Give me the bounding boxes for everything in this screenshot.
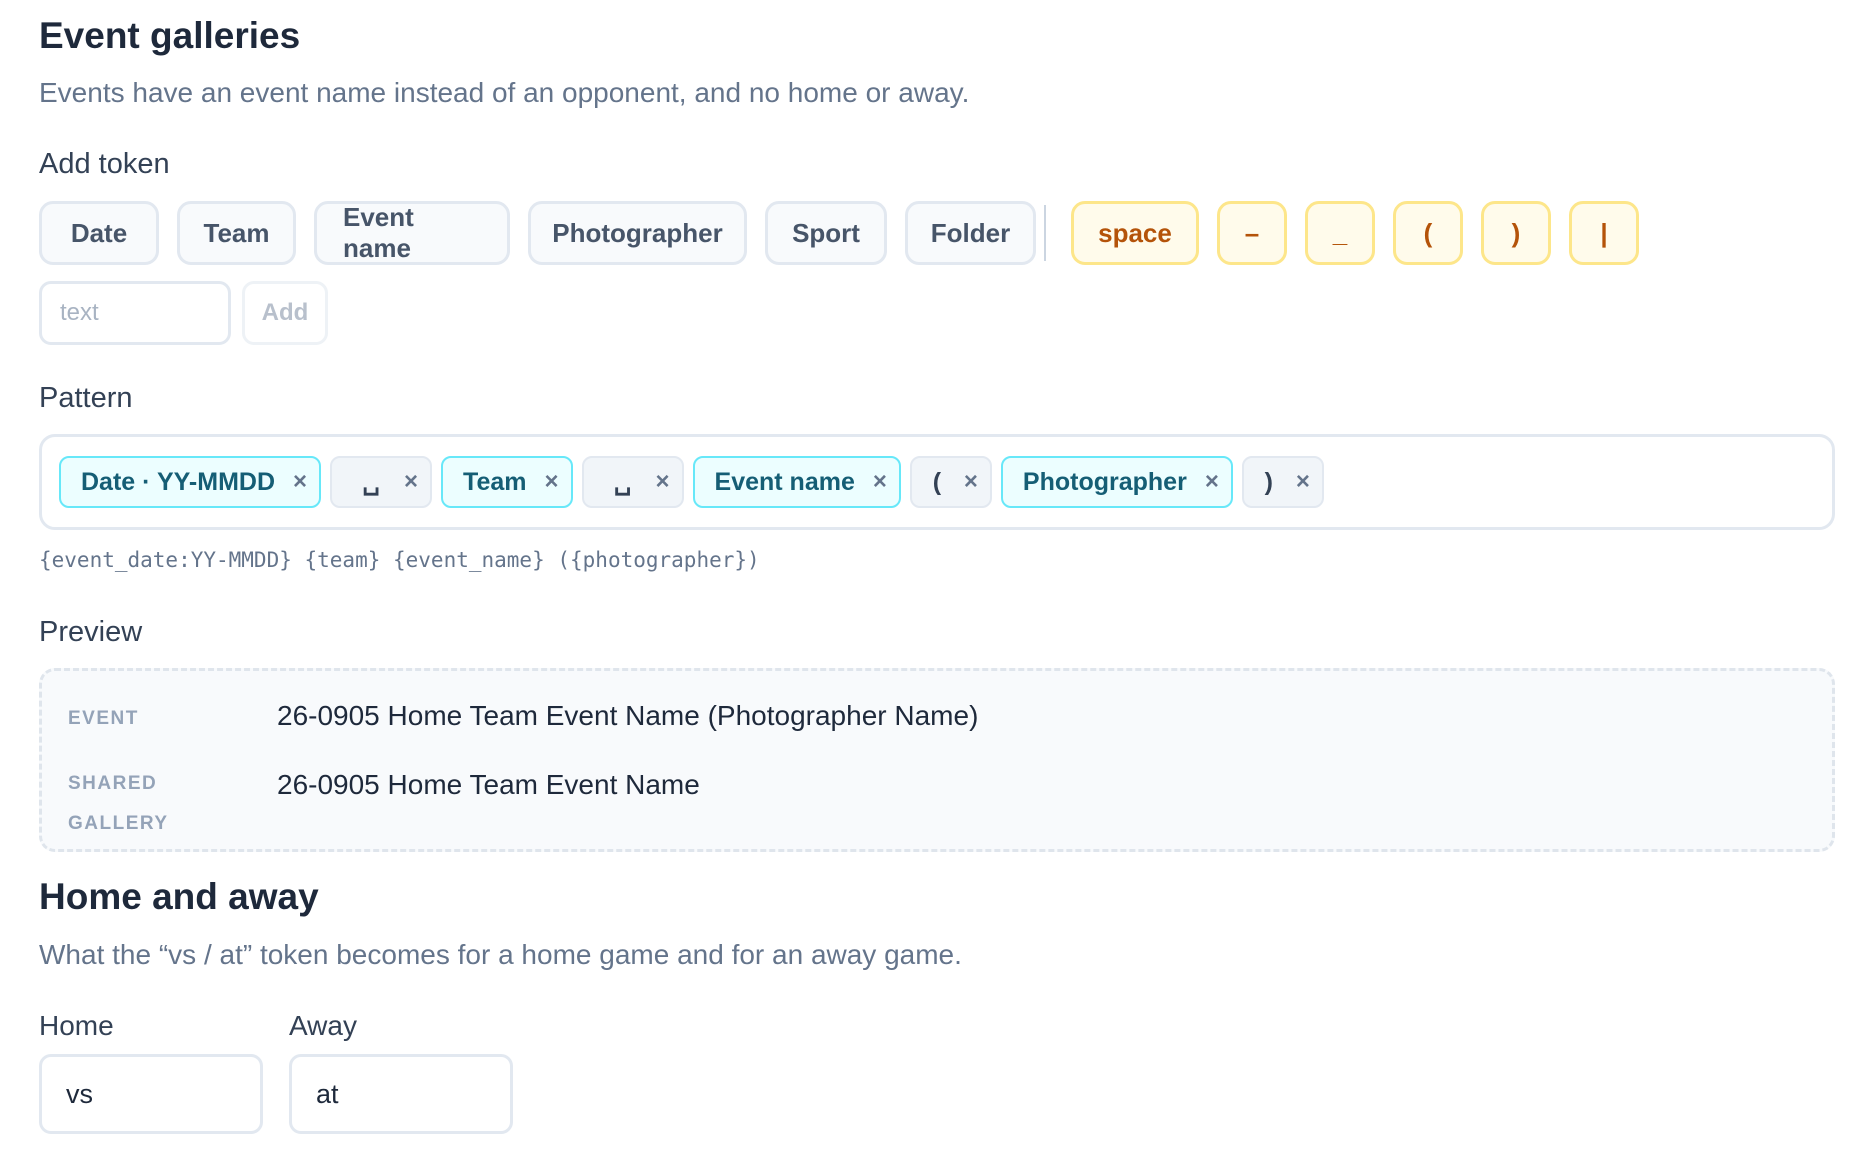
chip-label: ␣: [613, 468, 632, 496]
preview-key-shared-gallery: SHARED GALLERY: [68, 773, 169, 834]
preview-label: Preview: [39, 616, 143, 648]
chip-label: ): [1264, 467, 1273, 496]
token-team-button[interactable]: Team: [177, 201, 296, 265]
symbol-dash-button[interactable]: –: [1217, 201, 1287, 265]
chip-label: Team: [463, 467, 527, 496]
home-input[interactable]: [39, 1054, 263, 1134]
remove-chip-icon[interactable]: ×: [404, 468, 418, 496]
add-custom-text-button[interactable]: Add: [242, 281, 328, 345]
remove-chip-icon[interactable]: ×: [873, 468, 887, 496]
chip-label: (: [932, 467, 942, 496]
token-event-name-button[interactable]: Event name: [314, 201, 510, 265]
token-folder-button[interactable]: Folder: [905, 201, 1036, 265]
symbol-underscore-button[interactable]: _: [1305, 201, 1375, 265]
symbol-space-button[interactable]: space: [1071, 201, 1199, 265]
pattern-chip-space[interactable]: ␣ ×: [581, 456, 684, 508]
preview-key-event: EVENT: [68, 708, 139, 729]
pattern-template-string: {event_date:YY-MMDD} {team} {event_name}…: [39, 548, 760, 572]
chip-label: Photographer: [1022, 467, 1187, 496]
preview-value-shared-gallery: 26-0905 Home Team Event Name: [277, 769, 700, 800]
custom-text-row: Add: [39, 281, 328, 345]
symbol-open-paren-button[interactable]: (: [1393, 201, 1463, 265]
chip-label: Date · YY-MMDD: [81, 467, 276, 496]
pattern-chip-photographer[interactable]: Photographer ×: [1000, 456, 1233, 508]
remove-chip-icon[interactable]: ×: [964, 468, 978, 496]
token-photographer-button[interactable]: Photographer: [528, 201, 747, 265]
home-away-heading: Home and away: [39, 876, 319, 917]
home-away-description: What the “vs / at” token becomes for a h…: [39, 939, 962, 970]
symbol-pipe-button[interactable]: |: [1569, 201, 1639, 265]
token-palette: Date Team Event name Photographer Sport …: [39, 201, 1657, 265]
token-sport-button[interactable]: Sport: [765, 201, 887, 265]
pattern-editor[interactable]: Date · YY-MMDD × ␣ × Team × ␣ × Event na…: [39, 434, 1835, 530]
away-label: Away: [289, 1010, 357, 1041]
pattern-chip-date[interactable]: Date · YY-MMDD ×: [59, 456, 322, 508]
event-galleries-description: Events have an event name instead of an …: [39, 77, 970, 108]
pattern-chip-team[interactable]: Team ×: [441, 456, 573, 508]
pattern-chip-close-paren[interactable]: ) ×: [1241, 456, 1324, 508]
home-label: Home: [39, 1010, 114, 1041]
remove-chip-icon[interactable]: ×: [293, 468, 307, 496]
pattern-chip-open-paren[interactable]: ( ×: [909, 456, 992, 508]
preview-value-event: 26-0905 Home Team Event Name (Photograph…: [277, 700, 979, 731]
pattern-chip-event-name[interactable]: Event name ×: [692, 456, 901, 508]
settings-page: Event galleries Events have an event nam…: [0, 0, 1852, 1152]
add-token-label: Add token: [39, 148, 170, 180]
remove-chip-icon[interactable]: ×: [545, 468, 559, 496]
preview-panel: EVENT 26-0905 Home Team Event Name (Phot…: [39, 668, 1835, 852]
token-date-button[interactable]: Date: [39, 201, 159, 265]
remove-chip-icon[interactable]: ×: [656, 468, 670, 496]
pattern-chip-space[interactable]: ␣ ×: [330, 456, 433, 508]
event-galleries-heading: Event galleries: [39, 15, 301, 56]
symbol-close-paren-button[interactable]: ): [1481, 201, 1551, 265]
away-input[interactable]: [289, 1054, 513, 1134]
token-divider: [1044, 205, 1046, 261]
chip-label: ␣: [362, 468, 380, 496]
chip-label: Event name: [714, 467, 855, 496]
remove-chip-icon[interactable]: ×: [1296, 468, 1310, 496]
custom-text-input[interactable]: [39, 281, 231, 345]
pattern-label: Pattern: [39, 382, 133, 414]
remove-chip-icon[interactable]: ×: [1205, 468, 1219, 496]
